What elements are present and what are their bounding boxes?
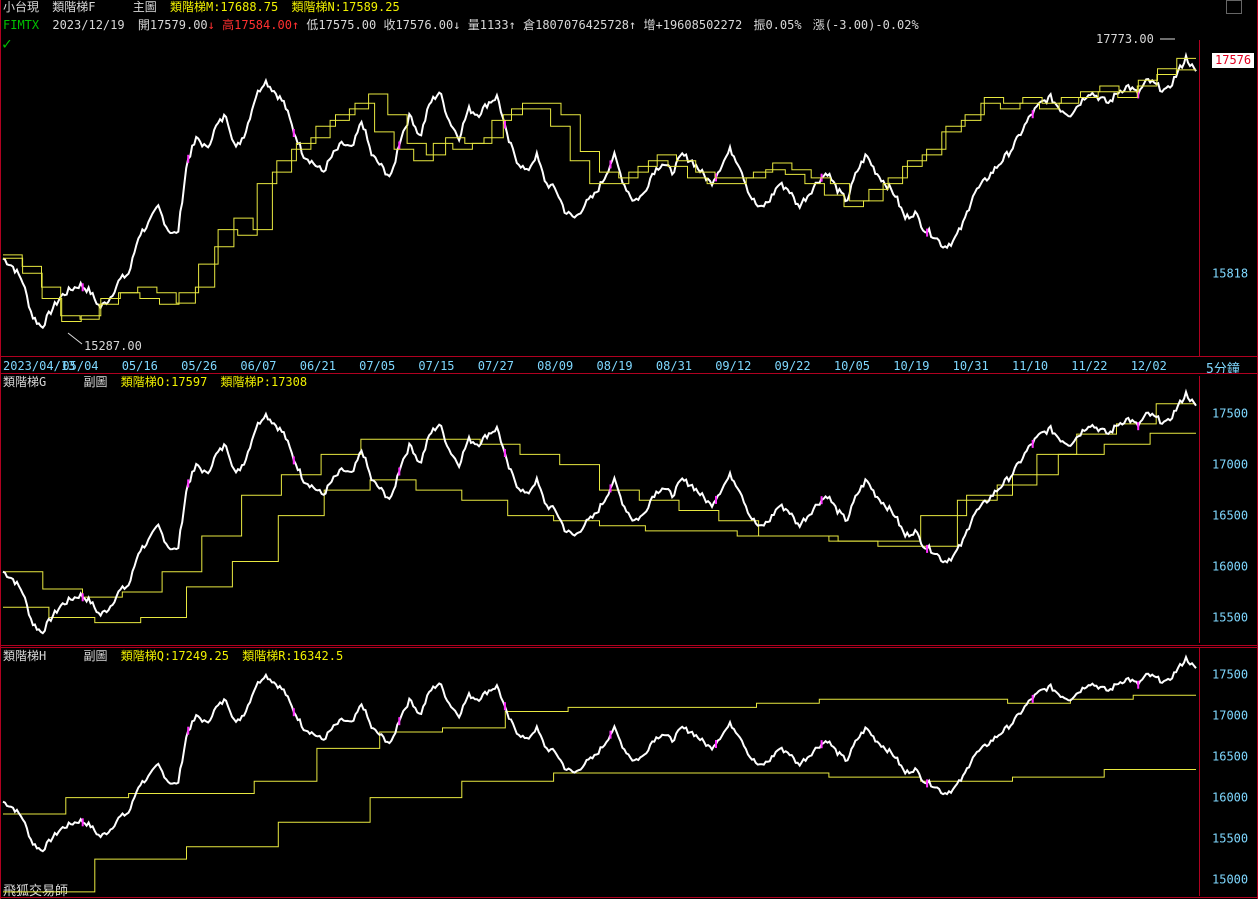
highlight-bar (1137, 422, 1140, 431)
highlight-bar (1031, 439, 1034, 448)
highlight-bar (1137, 680, 1140, 689)
highlight-bar (187, 479, 190, 488)
x-tick-label: 09/22 (775, 359, 811, 373)
x-tick-label: 08/09 (537, 359, 573, 373)
x-tick-label: 10/19 (893, 359, 929, 373)
high-annotation: 17773.00 (1096, 32, 1154, 46)
x-tick-label: 10/05 (834, 359, 870, 373)
last-price-value: 17576 (1215, 53, 1252, 67)
x-tick-label: 10/31 (953, 359, 989, 373)
highlight-bar (292, 456, 295, 465)
y-tick-label: 17500 (1212, 407, 1248, 421)
ladder-series-類階梯O (3, 403, 1196, 598)
x-tick-label: 05/16 (122, 359, 158, 373)
price-series-line (2, 51, 1197, 330)
highlight-bar (715, 740, 717, 748)
x-tick-label: 11/22 (1071, 359, 1107, 373)
highlight-bar (503, 449, 506, 457)
y-tick-label: 17500 (1212, 668, 1248, 682)
highlight-bar (609, 160, 612, 169)
x-tick-label: 07/15 (418, 359, 454, 373)
ladder-series-類階梯R (3, 769, 1196, 893)
highlight-bar (398, 467, 401, 476)
chart-frame (0, 0, 1258, 899)
x-tick-label: 08/31 (656, 359, 692, 373)
last-price-tag: 17576 (1212, 53, 1255, 68)
y-tick-label: 16000 (1212, 560, 1248, 574)
y-tick-label: 15000 (1212, 873, 1248, 887)
highlight-bar (715, 495, 717, 504)
x-tick-label: 11/10 (1012, 359, 1048, 373)
chart-canvas[interactable]: 2023/04/1305/04 05/16 05/26 06/07 06/21 07/05… (0, 0, 1258, 899)
x-tick-label: 06/07 (240, 359, 276, 373)
x-tick-label: 07/27 (478, 359, 514, 373)
highlight-bar (609, 730, 612, 739)
highlight-bar (398, 141, 401, 150)
highlight-bar (398, 717, 401, 726)
highlight-bar (926, 228, 929, 237)
highlight-bar (926, 779, 929, 788)
low-leader-line (67, 332, 83, 345)
y-tick-label: 17000 (1212, 458, 1248, 472)
x-tick-label: 05/26 (181, 359, 217, 373)
x-tick-label: 06/21 (300, 359, 336, 373)
highlight-bar (503, 120, 506, 129)
highlight-bar (503, 702, 506, 711)
highlight-bar (81, 818, 84, 827)
x-tick-label: 05/04 (62, 359, 98, 373)
x-tick-label: 08/19 (597, 359, 633, 373)
x-tick-label: 09/12 (715, 359, 751, 373)
highlight-bar (1031, 694, 1034, 703)
price-series-line (2, 654, 1197, 853)
ladder-series-類階梯Q (3, 694, 1196, 815)
highlight-bar (820, 496, 823, 505)
highlight-bar (926, 544, 929, 553)
ladder-series-類階梯P (3, 432, 1196, 624)
highlight-bar (292, 129, 295, 137)
highlight-bar (187, 154, 190, 163)
y-tick-label: 17000 (1212, 709, 1248, 723)
low-annotation: 15287.00 (84, 339, 142, 353)
y-tick-label: 16500 (1212, 509, 1248, 523)
y-tick-label: 15818 (1212, 267, 1248, 281)
highlight-bar (81, 283, 84, 292)
highlight-bar (820, 740, 823, 749)
x-tick-label: 07/05 (359, 359, 395, 373)
highlight-bar (1031, 110, 1034, 119)
y-tick-label: 15500 (1212, 611, 1248, 625)
y-tick-label: 16000 (1212, 791, 1248, 805)
y-tick-label: 15500 (1212, 832, 1248, 846)
ladder-series-類階梯N (3, 69, 1196, 322)
highlight-bar (292, 708, 295, 717)
highlight-bar (81, 593, 84, 602)
highlight-bar (609, 484, 612, 493)
price-series-line (2, 388, 1197, 635)
x-tick-label: 12/02 (1131, 359, 1167, 373)
highlight-bar (187, 726, 190, 735)
y-tick-label: 16500 (1212, 750, 1248, 764)
